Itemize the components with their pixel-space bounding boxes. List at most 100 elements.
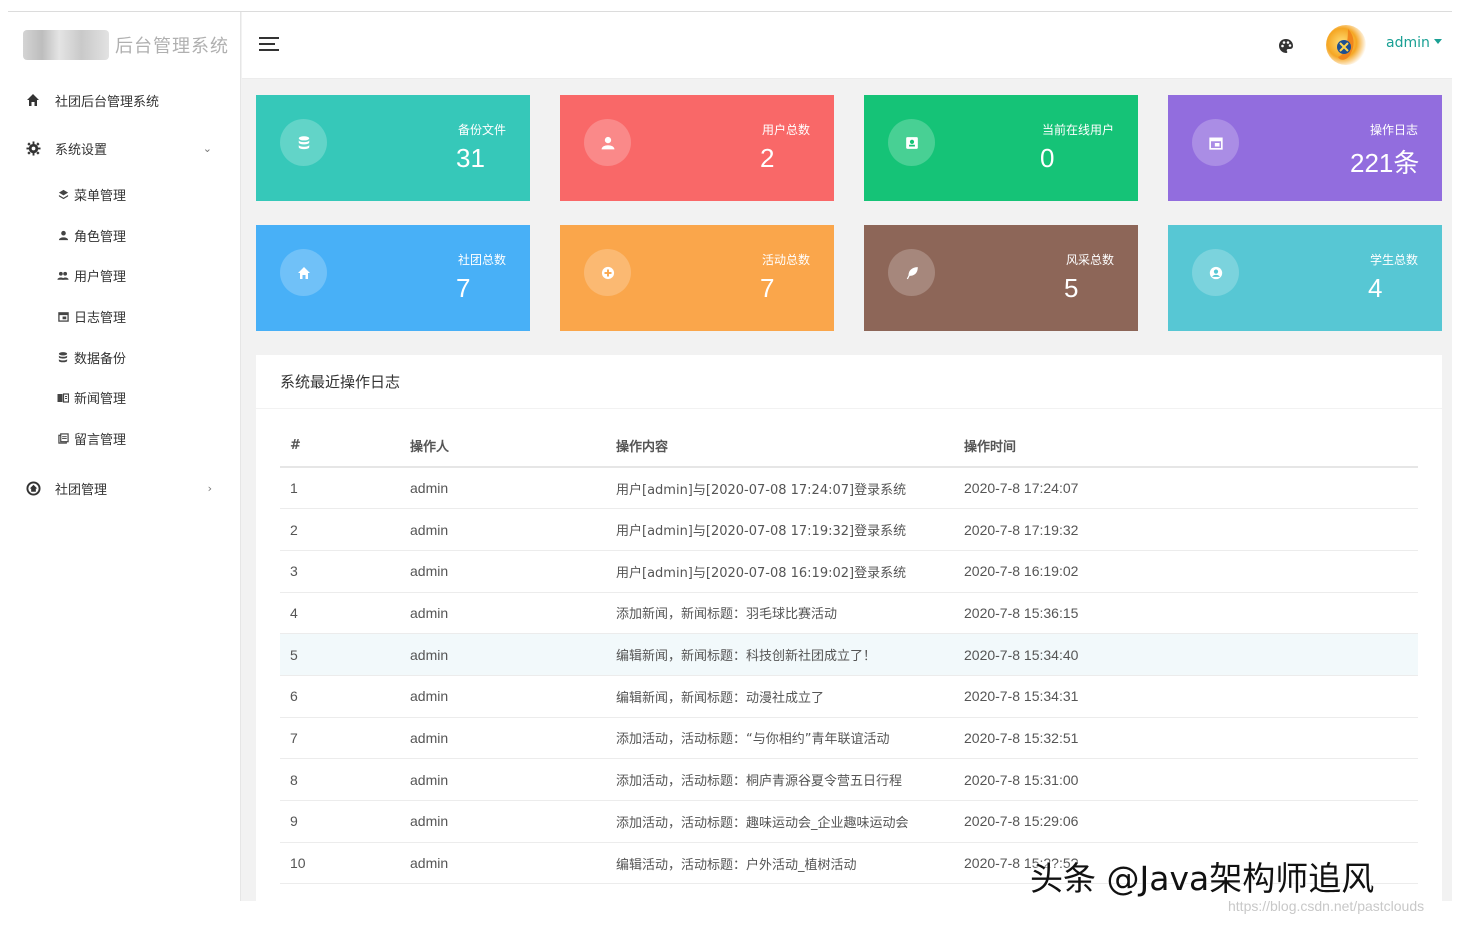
row-time: 2020-7-8 17:19:32: [954, 508, 1418, 551]
row-id: 6: [280, 675, 400, 718]
sidebar: 后台管理系统 社团后台管理系统 系统设置 ⌄ 菜单管理 角色管理 用户管理 日志…: [8, 12, 241, 901]
sidebar-item-messages[interactable]: 留言管理: [8, 418, 240, 459]
caret-down-icon[interactable]: [1434, 39, 1442, 44]
sidebar-item-settings[interactable]: 系统设置 ⌄: [8, 128, 240, 168]
sidebar-item-roles[interactable]: 角色管理: [8, 215, 240, 256]
table-row: 8 admin 添加活动，活动标题：桐庐青源谷夏令营五日行程 2020-7-8 …: [280, 758, 1418, 801]
student-icon: [1192, 249, 1239, 296]
table-header-row: # 操作人 操作内容 操作时间: [280, 425, 1418, 468]
row-content: 添加新闻，新闻标题：羽毛球比赛活动: [606, 592, 954, 635]
stat-value: 7: [760, 273, 775, 303]
sidebar-item-backup[interactable]: 数据备份: [8, 337, 240, 378]
sidebar-item-logs[interactable]: 日志管理: [8, 296, 240, 337]
watermark: 头条 @Java架构师追风: [1030, 859, 1375, 898]
menu-toggle-button[interactable]: [259, 37, 279, 53]
panel-title: 系统最近操作日志: [256, 355, 1442, 409]
logo[interactable]: 后台管理系统: [8, 12, 240, 78]
news-icon: [57, 392, 69, 404]
row-id: 5: [280, 633, 400, 676]
row-user: admin: [400, 675, 606, 718]
sidebar-item-menu[interactable]: 菜单管理: [8, 174, 240, 215]
row-id: 8: [280, 758, 400, 801]
row-user: admin: [400, 633, 606, 676]
stat-title: 操作日志: [1369, 123, 1418, 137]
avatar[interactable]: [1326, 25, 1366, 65]
row-user: admin: [400, 592, 606, 635]
stat-card-activities: 活动总数 7: [560, 225, 834, 331]
user-icon: [584, 119, 631, 166]
table-row: 6 admin 编辑新闻，新闻标题：动漫社成立了 2020-7-8 15:34:…: [280, 675, 1418, 718]
stat-title: 风采总数: [1065, 253, 1114, 267]
row-content: 用户[admin]与[2020-07-08 17:19:32]登录系统: [606, 508, 954, 551]
stat-card-users: 用户总数 2: [560, 95, 834, 201]
database-icon: [57, 351, 69, 363]
sidebar-item-label: 社团后台管理系统: [55, 94, 160, 110]
log-table: # 操作人 操作内容 操作时间 1 admin 用户[admin]与[2020-…: [280, 425, 1418, 885]
layers-icon: [57, 188, 69, 200]
sidebar-item-label: 系统设置: [55, 142, 108, 158]
stat-card-backup: 备份文件 31: [256, 95, 530, 201]
row-id: 9: [280, 800, 400, 843]
sidebar-item-label: 留言管理: [74, 432, 127, 448]
row-time: 2020-7-8 15:29:06: [954, 800, 1418, 843]
sidebar-item-label: 数据备份: [74, 351, 127, 367]
home-icon: [280, 249, 327, 296]
row-content: 用户[admin]与[2020-07-08 16:19:02]登录系统: [606, 550, 954, 593]
table-row: 7 admin 添加活动，活动标题：“与你相约”青年联谊活动 2020-7-8 …: [280, 717, 1418, 760]
stat-value: 7: [456, 273, 471, 303]
stat-value: 221条: [1350, 148, 1420, 178]
sidebar-item-label: 菜单管理: [74, 188, 127, 204]
row-content: 用户[admin]与[2020-07-08 17:24:07]登录系统: [606, 467, 954, 510]
row-user: admin: [400, 842, 606, 885]
stat-value: 31: [456, 143, 485, 173]
calendar-icon: [57, 310, 69, 322]
row-id: 10: [280, 842, 400, 885]
calendar-icon: [1192, 119, 1239, 166]
home-icon: [25, 92, 41, 108]
row-user: admin: [400, 758, 606, 801]
row-user: admin: [400, 508, 606, 551]
sidebar-item-users[interactable]: 用户管理: [8, 255, 240, 296]
stat-title: 备份文件: [457, 123, 506, 137]
sidebar-item-news[interactable]: 新闻管理: [8, 377, 240, 418]
sidebar-item-home[interactable]: 社团后台管理系统: [8, 80, 240, 120]
database-icon: [280, 119, 327, 166]
plus-circle-icon: [584, 249, 631, 296]
row-user: admin: [400, 717, 606, 760]
column-header: #: [280, 425, 400, 468]
user-menu[interactable]: admin: [1386, 35, 1430, 51]
users-icon: [57, 270, 69, 282]
sidebar-item-club[interactable]: 社团管理 ›: [8, 469, 240, 509]
row-time: 2020-7-8 15:32:51: [954, 717, 1418, 760]
user-icon: [57, 229, 69, 241]
row-content: 编辑新闻，新闻标题：动漫社成立了: [606, 675, 954, 718]
sidebar-item-label: 用户管理: [74, 270, 127, 286]
stat-title: 学生总数: [1369, 253, 1418, 267]
row-time: 2020-7-8 17:24:07: [954, 467, 1418, 510]
table-row: 3 admin 用户[admin]与[2020-07-08 16:19:02]登…: [280, 550, 1418, 593]
row-content: 添加活动，活动标题：趣味运动会_企业趣味运动会: [606, 800, 954, 843]
club-icon: [25, 481, 41, 497]
app-title: 后台管理系统: [115, 36, 229, 57]
app-window: 后台管理系统 社团后台管理系统 系统设置 ⌄ 菜单管理 角色管理 用户管理 日志…: [8, 11, 1452, 901]
feather-icon: [888, 249, 935, 296]
palette-icon[interactable]: [1278, 38, 1294, 54]
stat-title: 活动总数: [761, 253, 810, 267]
sidebar-item-label: 角色管理: [74, 229, 127, 245]
row-id: 1: [280, 467, 400, 510]
sidebar-item-label: 新闻管理: [74, 392, 127, 408]
row-content: 编辑活动，活动标题：户外活动_植树活动: [606, 842, 954, 885]
column-header: 操作时间: [954, 425, 1418, 468]
table-row: 2 admin 用户[admin]与[2020-07-08 17:19:32]登…: [280, 508, 1418, 551]
stat-card-online: 当前在线用户 0: [864, 95, 1138, 201]
top-header: admin: [242, 12, 1452, 79]
sidebar-item-label: 社团管理: [55, 483, 108, 499]
row-time: 2020-7-8 15:36:15: [954, 592, 1418, 635]
id-card-icon: [888, 119, 935, 166]
row-time: 2020-7-8 16:19:02: [954, 550, 1418, 593]
logo-image: [23, 30, 109, 60]
stat-card-students: 学生总数 4: [1168, 225, 1442, 331]
row-id: 4: [280, 592, 400, 635]
table-row: 9 admin 添加活动，活动标题：趣味运动会_企业趣味运动会 2020-7-8…: [280, 800, 1418, 843]
column-header: 操作内容: [606, 425, 954, 468]
